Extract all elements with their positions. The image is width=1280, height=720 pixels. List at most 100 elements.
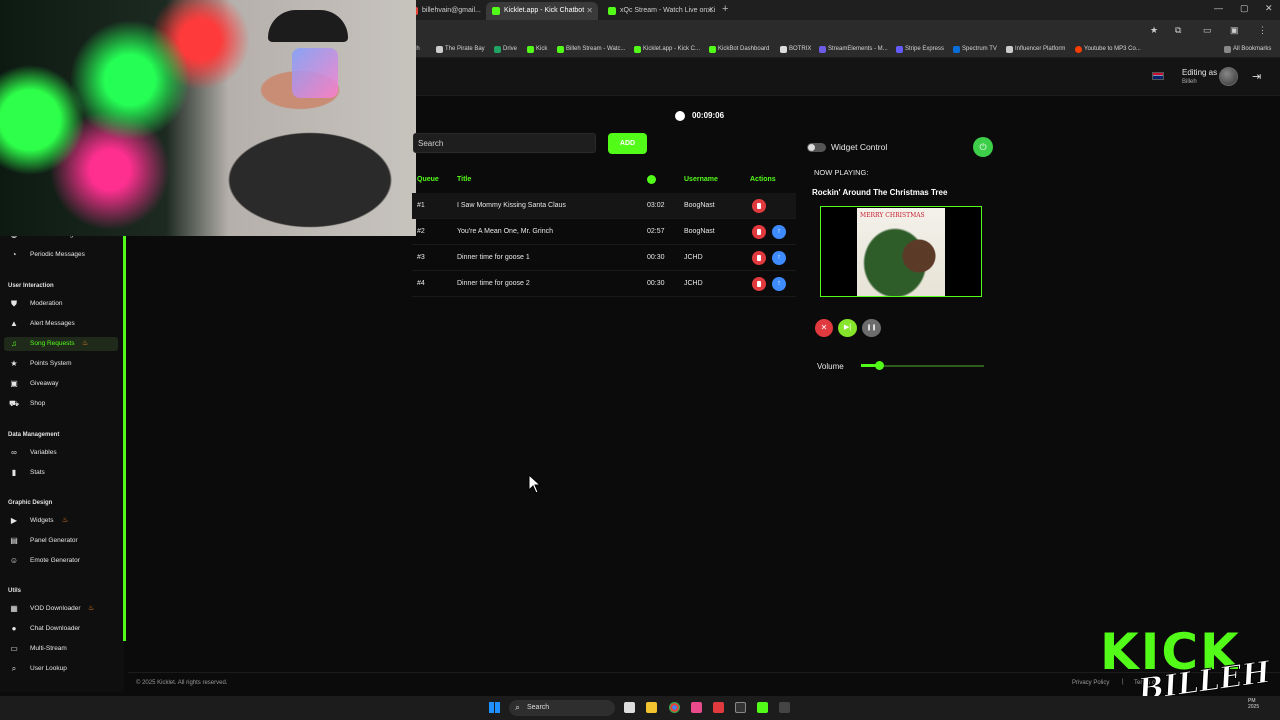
- move-up-button[interactable]: ↑: [772, 225, 786, 239]
- sidebar-item-multi-stream[interactable]: ▭ Multi-Stream: [4, 642, 118, 656]
- uk-flag-icon[interactable]: [1152, 72, 1164, 80]
- film-icon: ▦: [10, 604, 18, 613]
- sidebar-item-points-system[interactable]: ★ Points System: [4, 357, 118, 371]
- tab-label: Kicklet.app - Kick Chatbot: [504, 7, 585, 14]
- browser-tab-gmail[interactable]: billehvain@gmail...: [404, 2, 484, 20]
- mouse-cursor-icon: [528, 474, 542, 494]
- star-icon[interactable]: ★: [1150, 25, 1158, 36]
- requester-username: BoogNast: [684, 202, 715, 209]
- spectrum-icon: [953, 46, 960, 53]
- sidebar-item-alert-messages[interactable]: ▲ Alert Messages: [4, 317, 118, 331]
- app-icon[interactable]: [779, 702, 790, 713]
- bookmark-item[interactable]: Kick: [527, 46, 547, 53]
- sidebar-item-label: Multi-Stream: [30, 645, 67, 652]
- sidebar-item-chat-downloader[interactable]: ● Chat Downloader: [4, 622, 118, 636]
- sidebar-item-panel-generator[interactable]: ▤ Panel Generator: [4, 534, 118, 548]
- bookmark-item[interactable]: Youtube to MP3 Co...: [1075, 46, 1141, 53]
- profile-icon[interactable]: ▭: [1203, 25, 1212, 36]
- album-art: [857, 208, 945, 296]
- sidebar-item-song-requests[interactable]: ♫ Song Requests ♨: [4, 337, 118, 351]
- extensions-icon[interactable]: ⧉: [1175, 25, 1181, 36]
- chrome-icon[interactable]: [669, 702, 680, 713]
- drive-icon: [494, 46, 501, 53]
- file-explorer-icon[interactable]: [646, 702, 657, 713]
- requester-username: JCHD: [684, 280, 703, 287]
- logout-icon[interactable]: ⇥: [1252, 70, 1261, 83]
- bookmark-item[interactable]: The Pirate Bay: [436, 46, 485, 53]
- move-up-button[interactable]: ↑: [772, 277, 786, 291]
- maximize-icon[interactable]: ▢: [1240, 3, 1249, 14]
- bookmark-item[interactable]: Influencer Platform: [1006, 46, 1065, 53]
- sidebar-item-shop[interactable]: ⛟ Shop: [4, 397, 118, 411]
- sidebar-item-label: Shop: [30, 400, 46, 407]
- power-button[interactable]: ⏻: [973, 137, 993, 157]
- window-close-icon[interactable]: ✕: [1265, 3, 1273, 14]
- bookmark-item[interactable]: Spectrum TV: [953, 46, 997, 53]
- volume-slider-thumb[interactable]: [875, 361, 885, 370]
- sidebar-item-moderation[interactable]: ⛊ Moderation: [4, 297, 118, 311]
- bookmark-item[interactable]: Billeh Stream - Watc...: [557, 46, 625, 53]
- minimize-icon[interactable]: —: [1214, 3, 1223, 13]
- bookmark-item[interactable]: Stripe Express: [896, 46, 944, 53]
- sidebar-item-emote-generator[interactable]: ☺ Emote Generator: [4, 554, 118, 568]
- sidebar-item-giveaway[interactable]: ▣ Giveaway: [4, 377, 118, 391]
- bookmark-item[interactable]: KickBot Dashboard: [709, 46, 769, 53]
- requester-username: BoogNast: [684, 228, 715, 235]
- close-icon[interactable]: ✕: [586, 6, 593, 15]
- sidebar-item-periodic-messages[interactable]: ◔ Periodic Messages: [4, 248, 118, 262]
- monitor-icon: ▭: [10, 644, 18, 653]
- column-header-username: Username: [684, 176, 718, 183]
- search-input[interactable]: [413, 133, 596, 153]
- requester-username: JCHD: [684, 254, 703, 261]
- delete-button[interactable]: [752, 277, 766, 291]
- app-icon[interactable]: [691, 702, 702, 713]
- column-header-queue: Queue: [417, 176, 439, 183]
- bookmark-item[interactable]: BOTRIX: [780, 46, 811, 53]
- queue-position: #2: [417, 228, 425, 235]
- bookmark-item[interactable]: Drive: [494, 46, 517, 53]
- cart-icon: ⛟: [9, 399, 20, 408]
- cast-icon[interactable]: ▣: [1230, 25, 1239, 36]
- sidebar-item-vod-downloader[interactable]: ▦ VOD Downloader ♨: [4, 602, 118, 616]
- x-icon[interactable]: [735, 702, 746, 713]
- sidebar-item-variables[interactable]: ∞ Variables: [4, 446, 118, 460]
- task-view-icon[interactable]: [624, 702, 635, 713]
- browser-tab-kicklet[interactable]: Kicklet.app - Kick Chatbot ✕: [486, 2, 598, 20]
- app-icon[interactable]: [713, 702, 724, 713]
- shield-icon: ⛊: [11, 299, 17, 308]
- sidebar-item-stats[interactable]: ▮ Stats: [4, 466, 118, 480]
- fire-icon: ♨: [62, 517, 69, 524]
- section-title-data-management: Data Management: [8, 432, 60, 438]
- menu-icon[interactable]: ⋮: [1258, 25, 1267, 36]
- sidebar-item-user-lookup[interactable]: ⌕ User Lookup: [4, 662, 118, 676]
- delete-button[interactable]: [752, 199, 766, 213]
- move-up-button[interactable]: ↑: [772, 251, 786, 265]
- table-row: #1 I Saw Mommy Kissing Santa Claus 03:02…: [412, 193, 796, 219]
- bookmark-label: StreamElements - M...: [828, 46, 888, 52]
- song-duration: 00:30: [647, 254, 665, 261]
- bookmark-item[interactable]: Kicklet.app - Kick C...: [634, 46, 700, 53]
- browser-tab-xqc[interactable]: xQc Stream - Watch Live on Ki ✕: [602, 2, 718, 20]
- section-title-utils: Utils: [8, 588, 22, 594]
- skip-button[interactable]: ▶|: [838, 319, 857, 337]
- widget-control-toggle[interactable]: [807, 143, 826, 152]
- taskbar-search[interactable]: Search: [509, 700, 615, 716]
- new-tab-plus-icon[interactable]: +: [722, 3, 728, 15]
- sidebar-item-widgets[interactable]: ▶ Widgets ♨: [4, 514, 118, 528]
- pause-button[interactable]: ❚❚: [862, 319, 881, 337]
- kick-app-icon[interactable]: [757, 702, 768, 713]
- delete-button[interactable]: [752, 225, 766, 239]
- kick-icon: [557, 46, 564, 53]
- song-title: You're A Mean One, Mr. Grinch: [457, 228, 554, 235]
- stop-button[interactable]: ✕: [815, 319, 833, 337]
- windows-start-icon[interactable]: [489, 702, 500, 713]
- close-icon[interactable]: ✕: [706, 6, 713, 15]
- add-button[interactable]: ADD: [608, 133, 647, 154]
- bookmark-item[interactable]: StreamElements - M...: [819, 46, 888, 53]
- avatar[interactable]: [1219, 67, 1238, 86]
- delete-button[interactable]: [752, 251, 766, 265]
- bar-chart-icon: ▮: [11, 468, 17, 477]
- stripe-icon: [896, 46, 903, 53]
- search-icon: ⌕: [11, 664, 17, 673]
- bookmark-item[interactable]: All Bookmarks: [1224, 46, 1271, 53]
